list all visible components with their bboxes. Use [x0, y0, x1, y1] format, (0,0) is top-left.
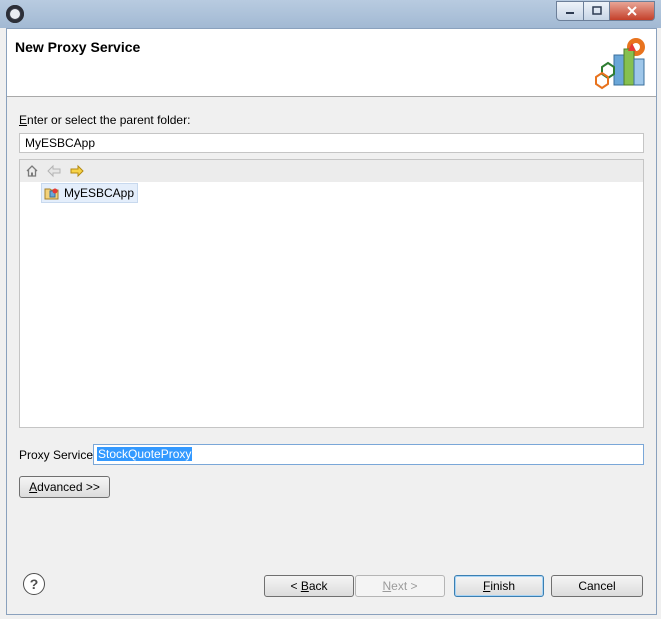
maximize-button[interactable] [584, 1, 610, 21]
cancel-button[interactable]: Cancel [551, 575, 643, 597]
back-arrow-icon[interactable] [47, 164, 61, 178]
advanced-button[interactable]: Advanced >> [19, 476, 110, 498]
close-button[interactable] [610, 1, 655, 21]
window-controls [556, 1, 655, 21]
folder-tree[interactable]: MyESBCApp [19, 159, 644, 428]
proxy-wizard-graphic-icon [595, 38, 645, 90]
minimize-icon [566, 12, 574, 14]
minimize-button[interactable] [556, 1, 584, 21]
eclipse-app-icon [6, 5, 24, 23]
proxy-service-name-input[interactable]: StockQuoteProxy [93, 444, 644, 465]
wizard-header: New Proxy Service [7, 29, 656, 97]
close-icon [627, 6, 637, 16]
proxy-service-label: Proxy Service [19, 448, 94, 462]
wizard-dialog: New Proxy Service Enter or select the pa… [6, 28, 657, 615]
tree-item-myesbcapp[interactable]: MyESBCApp [41, 183, 139, 203]
maximize-icon [591, 6, 602, 15]
proxy-service-name-value: StockQuoteProxy [97, 447, 193, 461]
finish-button[interactable]: Finish [454, 575, 544, 597]
next-button[interactable]: Next > [355, 575, 445, 597]
back-button[interactable]: < Back [264, 575, 354, 597]
home-icon[interactable] [25, 164, 39, 178]
window-title-bar[interactable] [0, 0, 661, 28]
project-icon [44, 188, 59, 200]
parent-folder-input[interactable]: MyESBCApp [19, 133, 644, 153]
tree-toolbar [20, 160, 643, 182]
forward-arrow-icon[interactable] [70, 164, 84, 178]
page-title: New Proxy Service [15, 39, 141, 55]
help-button[interactable]: ? [23, 573, 45, 595]
tree-item-label: MyESBCApp [64, 186, 135, 200]
parent-folder-label: Enter or select the parent folder: [19, 113, 191, 127]
